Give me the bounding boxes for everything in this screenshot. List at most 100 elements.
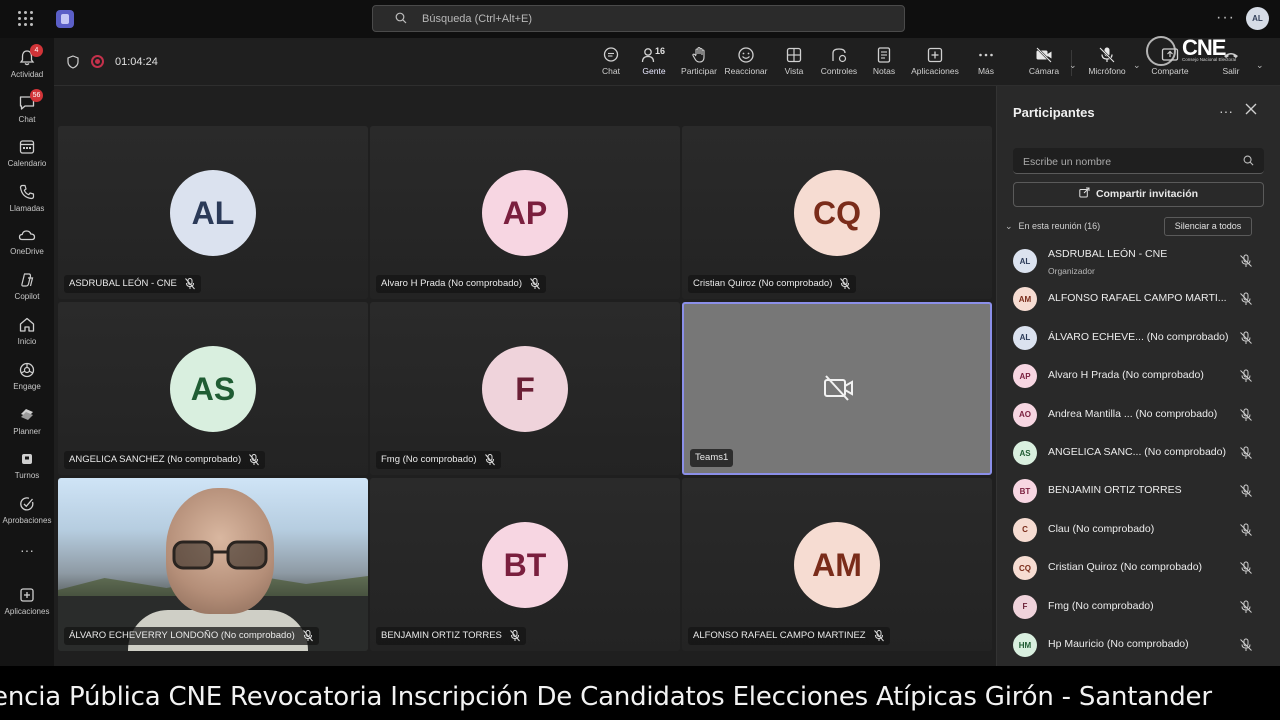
chat-button[interactable]: Chat xyxy=(598,46,624,82)
rail-item-copilot[interactable]: Copilot xyxy=(0,266,54,310)
participant-tile[interactable]: F Fmg (No comprobado) xyxy=(370,302,680,475)
in-meeting-section-toggle[interactable]: ⌄ En esta reunión (16) xyxy=(1005,221,1100,232)
mic-muted-icon[interactable] xyxy=(1239,600,1253,614)
close-icon[interactable] xyxy=(1245,103,1257,115)
participant-tile[interactable]: AM ALFONSO RAFAEL CAMPO MARTINEZ xyxy=(682,478,992,651)
participant-video-tile[interactable]: ÁLVARO ECHEVERRY LONDOÑO (No comprobado) xyxy=(58,478,368,651)
people-label: Gente xyxy=(642,66,666,76)
participant-tile[interactable]: AS ANGELICA SANCHEZ (No comprobado) xyxy=(58,302,368,475)
participant-name: ÁLVARO ECHEVERRY LONDOÑO (No comprobado) xyxy=(69,630,295,641)
people-button[interactable]: 16 Gente xyxy=(638,46,670,88)
participant-name-label: ALFONSO RAFAEL CAMPO MARTINEZ xyxy=(688,627,890,645)
react-button[interactable]: Reaccionar xyxy=(724,46,768,82)
mic-muted-icon[interactable] xyxy=(1239,446,1253,460)
mic-muted-icon[interactable] xyxy=(1239,638,1253,652)
search-input[interactable]: Búsqueda (Ctrl+Alt+E) xyxy=(372,5,905,32)
rail-item-approvals[interactable]: Aprobaciones xyxy=(0,490,54,534)
rail-item-chat[interactable]: 56 Chat xyxy=(0,89,54,133)
recording-icon xyxy=(91,55,104,68)
participant-list-item[interactable]: BT BENJAMIN ORTIZ TORRES xyxy=(997,472,1280,510)
chat-icon xyxy=(602,46,620,64)
participant-list-item[interactable]: AP Alvaro H Prada (No comprobado) xyxy=(997,357,1280,395)
hand-icon xyxy=(690,46,708,64)
mic-muted-icon[interactable] xyxy=(1239,484,1253,498)
participant-list-item[interactable]: C Clau (No comprobado) xyxy=(997,511,1280,549)
participant-tile-active[interactable]: Teams1 xyxy=(682,302,992,475)
panel-more-button[interactable]: ··· xyxy=(1219,103,1233,119)
participant-tile[interactable]: AL ASDRUBAL LEÓN - CNE xyxy=(58,126,368,299)
mic-muted-icon[interactable] xyxy=(1239,408,1253,422)
rail-item-onedrive[interactable]: OneDrive xyxy=(0,221,54,265)
leave-options-chevron-icon[interactable]: ⌄ xyxy=(1256,60,1264,71)
participant-list-item[interactable]: HM Hp Mauricio (No comprobado) xyxy=(997,626,1280,664)
teams-logo-icon xyxy=(56,10,74,28)
participant-tile[interactable]: BT BENJAMIN ORTIZ TORRES xyxy=(370,478,680,651)
participant-list-item[interactable]: AS ANGELICA SANC... (No comprobado) xyxy=(997,434,1280,472)
app-launcher-icon[interactable] xyxy=(18,11,34,27)
rail-label: Copilot xyxy=(14,292,40,301)
mic-muted-icon[interactable] xyxy=(1239,254,1253,268)
calendar-icon xyxy=(17,137,37,157)
participant-list-item[interactable]: AL ASDRUBAL LEÓN - CNE Organizador xyxy=(997,242,1280,280)
in-meeting-section-label: En esta reunión (16) xyxy=(1018,221,1101,231)
participant-list-item[interactable]: AO Andrea Mantilla ... (No comprobado) xyxy=(997,396,1280,434)
rail-item-engage[interactable]: Engage xyxy=(0,356,54,400)
mic-options-chevron-icon[interactable]: ⌄ xyxy=(1133,60,1141,71)
share-invite-button[interactable]: Compartir invitación xyxy=(1013,182,1264,207)
rail-item-shifts[interactable]: Turnos xyxy=(0,445,54,489)
mic-muted-icon[interactable] xyxy=(1239,369,1253,383)
search-icon xyxy=(395,12,407,24)
profile-avatar[interactable]: AL xyxy=(1246,7,1269,30)
chevron-down-icon: ⌄ xyxy=(1005,221,1013,231)
participant-name: Hp Mauricio (No comprobado) xyxy=(1048,638,1189,650)
apps-button[interactable]: Aplicaciones xyxy=(910,46,960,82)
search-icon xyxy=(1243,155,1254,166)
caption-banner: iencia Pública CNE Revocatoria Inscripci… xyxy=(0,666,1280,720)
mic-button[interactable]: Micrófono xyxy=(1084,46,1130,82)
raise-hand-button[interactable]: Participar xyxy=(679,46,719,82)
participant-avatar: F xyxy=(1013,594,1037,619)
settings-more-button[interactable]: ··· xyxy=(1216,9,1235,27)
rail-item-home[interactable]: Inicio xyxy=(0,311,54,355)
participant-tile[interactable]: CQ Cristian Quiroz (No comprobado) xyxy=(682,126,992,299)
activity-badge: 4 xyxy=(30,44,43,57)
mic-muted-icon xyxy=(873,630,884,642)
notes-button[interactable]: Notas xyxy=(871,46,897,82)
participant-list-item[interactable]: AL ÁLVARO ECHEVE... (No comprobado) xyxy=(997,319,1280,357)
participant-list-item[interactable]: AM ALFONSO RAFAEL CAMPO MARTI... xyxy=(997,280,1280,318)
notes-icon xyxy=(875,46,893,64)
react-label: Reaccionar xyxy=(724,66,768,76)
participant-search-input[interactable]: Escribe un nombre xyxy=(1013,148,1264,174)
rail-item-calendar[interactable]: Calendario xyxy=(0,133,54,177)
participant-name: Andrea Mantilla ... (No comprobado) xyxy=(1048,407,1218,420)
view-button[interactable]: Vista xyxy=(781,46,807,82)
participant-name: Fmg (No comprobado) xyxy=(381,454,477,465)
participant-avatar: F xyxy=(482,346,568,432)
rail-item-activity[interactable]: 4 Actividad xyxy=(0,44,54,88)
mic-muted-icon[interactable] xyxy=(1239,292,1253,306)
participant-name: Cristian Quiroz (No comprobado) xyxy=(1048,561,1203,574)
participant-avatar: CQ xyxy=(1013,556,1037,581)
camera-options-chevron-icon[interactable]: ⌄ xyxy=(1069,60,1077,71)
participant-list-item[interactable]: CQ Cristian Quiroz (No comprobado) xyxy=(997,549,1280,587)
participant-avatar: AM xyxy=(1013,287,1037,312)
participant-list-item[interactable]: F Fmg (No comprobado) xyxy=(997,588,1280,626)
camera-button[interactable]: Cámara xyxy=(1026,46,1062,82)
mic-muted-icon[interactable] xyxy=(1239,331,1253,345)
controls-button[interactable]: Controles xyxy=(818,46,860,82)
rail-item-planner[interactable]: Planner xyxy=(0,401,54,445)
mic-muted-icon[interactable] xyxy=(1239,523,1253,537)
mic-muted-icon[interactable] xyxy=(1239,561,1253,575)
shield-icon[interactable] xyxy=(67,55,79,69)
copilot-icon xyxy=(17,270,37,290)
shifts-icon xyxy=(17,449,37,469)
rail-item-more[interactable]: ··· xyxy=(0,538,54,582)
rail-item-calls[interactable]: Llamadas xyxy=(0,178,54,222)
people-icon: 16 xyxy=(640,46,665,64)
participant-avatar: AP xyxy=(1013,364,1037,389)
more-button[interactable]: Más xyxy=(974,46,998,82)
participant-tile[interactable]: AP Alvaro H Prada (No comprobado) xyxy=(370,126,680,299)
mute-all-button[interactable]: Silenciar a todos xyxy=(1164,217,1252,236)
rail-item-apps[interactable]: Aplicaciones xyxy=(0,581,54,625)
cloud-icon xyxy=(17,225,37,245)
